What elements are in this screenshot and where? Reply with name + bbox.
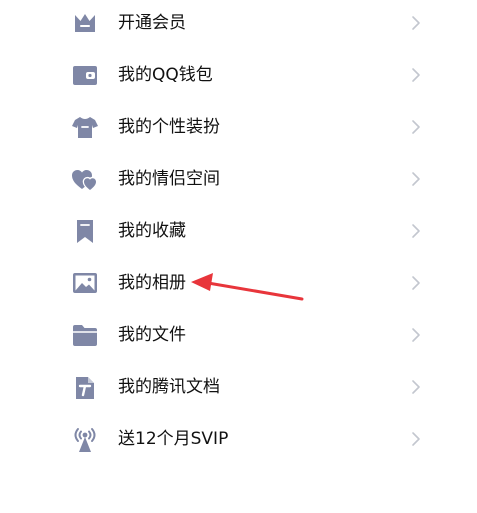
menu-item-gift-svip[interactable]: 送12个月SVIP	[0, 413, 477, 465]
chevron-right-icon	[411, 119, 421, 135]
menu-item-label: 我的情侣空间	[118, 169, 220, 189]
menu-item-couple-space[interactable]: 我的情侣空间	[0, 153, 477, 205]
menu-item-personal-dressup[interactable]: 我的个性装扮	[0, 101, 477, 153]
menu-item-label: 我的文件	[118, 325, 186, 345]
bookmark-icon	[71, 217, 99, 245]
annotation-arrow-icon	[190, 268, 304, 302]
shirt-icon	[71, 113, 99, 141]
chevron-right-icon	[411, 171, 421, 187]
menu-item-qq-wallet[interactable]: 我的QQ钱包	[0, 49, 477, 101]
chevron-right-icon	[411, 223, 421, 239]
wallet-icon	[71, 61, 99, 89]
chevron-right-icon	[411, 379, 421, 395]
menu-item-label: 我的QQ钱包	[118, 65, 213, 85]
menu-item-label: 送12个月SVIP	[118, 429, 229, 449]
chevron-right-icon	[411, 327, 421, 343]
menu-item-files[interactable]: 我的文件	[0, 309, 477, 361]
menu-item-label: 我的收藏	[118, 221, 186, 241]
chevron-right-icon	[411, 431, 421, 447]
menu-item-label: 我的相册	[118, 273, 186, 293]
menu-item-tencent-docs[interactable]: 我的腾讯文档	[0, 361, 477, 413]
image-icon	[71, 269, 99, 297]
chevron-right-icon	[411, 15, 421, 31]
broadcast-tower-icon	[71, 425, 99, 453]
folder-icon	[71, 321, 99, 349]
hearts-icon	[71, 165, 99, 193]
chevron-right-icon	[411, 275, 421, 291]
chevron-right-icon	[411, 67, 421, 83]
menu-item-label: 开通会员	[118, 13, 186, 33]
tencent-docs-icon	[71, 373, 99, 401]
menu-item-open-membership[interactable]: 开通会员	[0, 0, 477, 49]
menu-item-label: 我的腾讯文档	[118, 377, 220, 397]
menu-item-label: 我的个性装扮	[118, 117, 220, 137]
menu-item-favorites[interactable]: 我的收藏	[0, 205, 477, 257]
crown-icon	[71, 9, 99, 37]
